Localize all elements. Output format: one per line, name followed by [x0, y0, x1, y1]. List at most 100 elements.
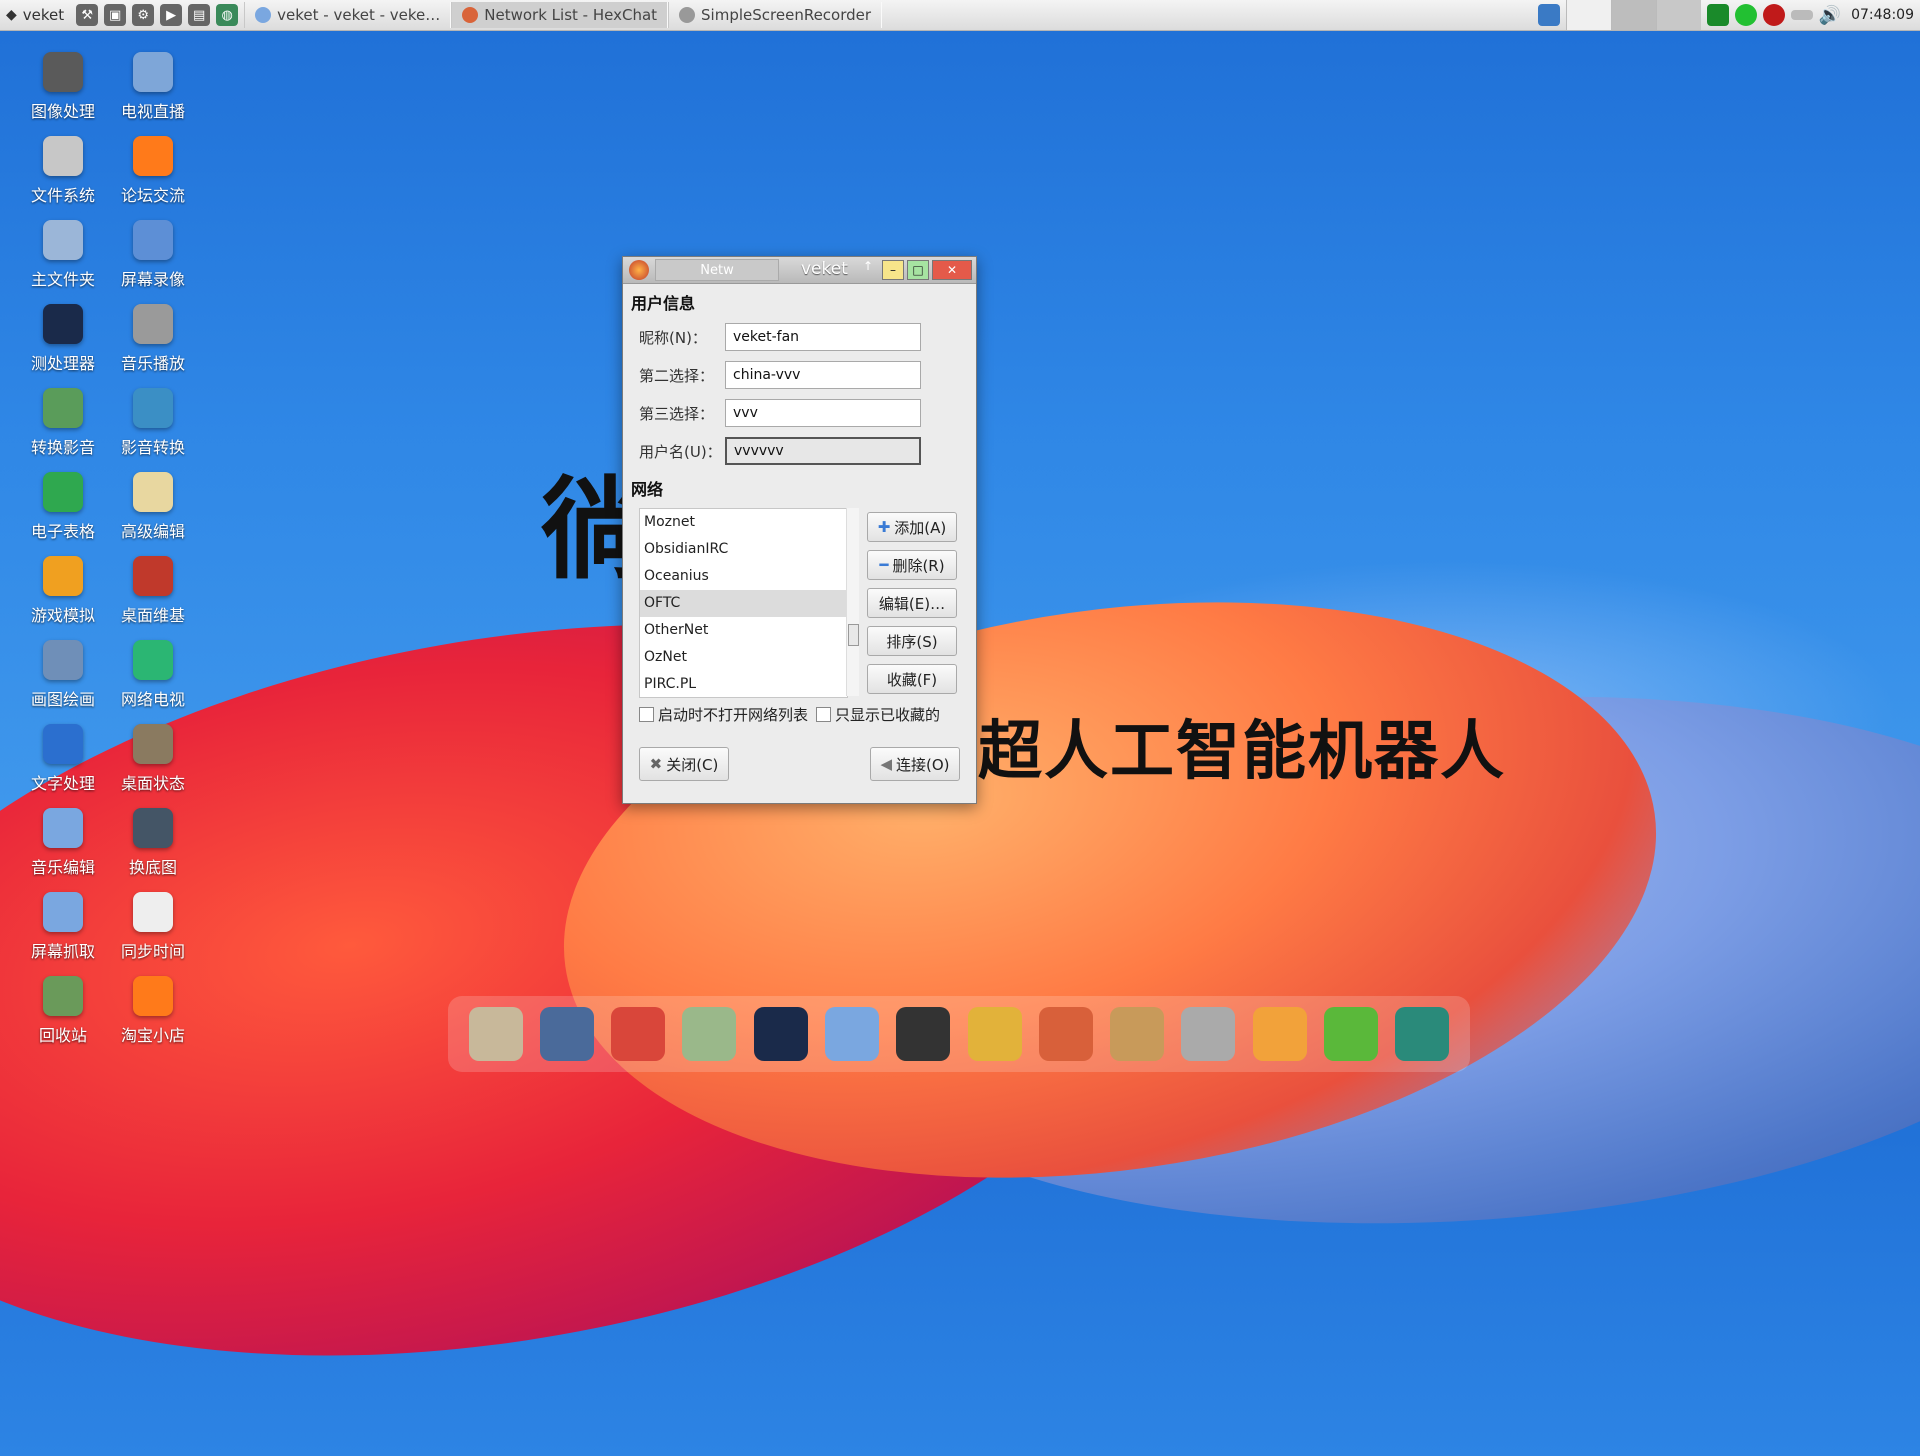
window-tab[interactable]: Netw: [655, 259, 779, 281]
desktop-icon[interactable]: 音乐播放: [108, 304, 198, 388]
workspace-pager[interactable]: [1565, 0, 1701, 30]
drive-icon: [43, 136, 83, 176]
pet-icon[interactable]: [611, 1007, 666, 1061]
desktop-icon-label: 网络电视: [120, 690, 185, 709]
image-viewer-icon[interactable]: ▣: [104, 4, 127, 26]
media-player-icon[interactable]: [753, 1007, 808, 1061]
book-icon[interactable]: [967, 1007, 1022, 1061]
task-screenrecorder[interactable]: SimpleScreenRecorder: [668, 2, 883, 28]
network-list-item[interactable]: OFTC: [640, 590, 847, 617]
show-favorites-checkbox[interactable]: [816, 707, 832, 722]
task-veket[interactable]: veket - veket - veke…: [244, 2, 452, 28]
desktop-icon[interactable]: 画图绘画: [18, 640, 108, 724]
desktop-icon[interactable]: 测处理器: [18, 304, 108, 388]
usb-icon[interactable]: [1181, 1007, 1236, 1061]
desktop-icon[interactable]: 电子表格: [18, 472, 108, 556]
record-icon[interactable]: [1762, 4, 1785, 26]
volume-icon[interactable]: 🔊: [1819, 5, 1841, 26]
minimize-button[interactable]: –: [882, 260, 904, 280]
media-play-icon[interactable]: ▶: [160, 4, 183, 26]
mascot-icon[interactable]: [1252, 1007, 1307, 1061]
desktop-icon[interactable]: 桌面状态: [108, 724, 198, 808]
camera-icon: [43, 52, 83, 92]
task-label: SimpleScreenRecorder: [701, 6, 872, 24]
penguin-icon[interactable]: [896, 1007, 951, 1061]
desktop-icon[interactable]: 桌面维基: [108, 556, 198, 640]
file-manager-icon[interactable]: [468, 1007, 523, 1061]
desktop-icon[interactable]: 高级编辑: [108, 472, 198, 556]
desktop-icon[interactable]: 图像处理: [18, 52, 108, 136]
palette-icon[interactable]: [1110, 1007, 1165, 1061]
background-text-2: 超人工智能机器人: [978, 715, 1506, 789]
globe-icon[interactable]: ◍: [216, 4, 239, 26]
status-green-icon[interactable]: [1734, 4, 1757, 26]
add-label: 添加(A): [894, 518, 947, 537]
desktop-icon-label: 桌面状态: [120, 774, 185, 793]
help-icon[interactable]: [1324, 1007, 1379, 1061]
presentation-icon[interactable]: [1038, 1007, 1093, 1061]
monitor-icon[interactable]: [539, 1007, 594, 1061]
desktop-icon[interactable]: 网络电视: [108, 640, 198, 724]
battery-icon[interactable]: [1790, 10, 1813, 20]
close-button[interactable]: ✖ 关闭(C): [639, 747, 729, 781]
network-heading: 网络: [631, 480, 664, 499]
scrollbar-thumb[interactable]: [848, 624, 859, 646]
dock: [448, 996, 1470, 1072]
window-titlebar[interactable]: Netw veket ↑ – □ ✕: [623, 257, 976, 284]
desktop-icon[interactable]: 文字处理: [18, 724, 108, 808]
network-list-item[interactable]: OzNet: [640, 644, 847, 671]
network-list-item[interactable]: PIRC.PL: [640, 671, 847, 698]
show-favorites-label[interactable]: 只显示已收藏的: [835, 704, 940, 725]
network-list[interactable]: Moznet ObsidianIRC Oceanius OFTC OtherNet OzN…: [639, 508, 848, 698]
network-list-item[interactable]: OtherNet: [640, 617, 847, 644]
desktop-icon[interactable]: 电视直播: [108, 52, 198, 136]
close-icon: ✖: [649, 755, 663, 773]
start-menu-button[interactable]: ◆ veket: [0, 0, 70, 30]
network-list-scrollbar[interactable]: [846, 508, 859, 696]
notepad-icon[interactable]: [682, 1007, 737, 1061]
desktop-icon[interactable]: 回收站: [18, 976, 108, 1060]
display-icon[interactable]: [1537, 4, 1560, 26]
desktop-icon[interactable]: 换底图: [108, 808, 198, 892]
desktop-icon-label: 画图绘画: [30, 690, 95, 709]
desktop-icon[interactable]: 音乐编辑: [18, 808, 108, 892]
network-list-item[interactable]: Moznet: [640, 509, 847, 536]
close-window-button[interactable]: ✕: [932, 260, 972, 280]
add-network-button[interactable]: ✚ 添加(A): [867, 512, 957, 542]
tool-icon[interactable]: ⚒: [76, 4, 99, 26]
task-hexchat[interactable]: Network List - HexChat: [451, 2, 669, 28]
sort-networks-button[interactable]: 排序(S): [867, 626, 957, 656]
desktop-icon[interactable]: 屏幕录像: [108, 220, 198, 304]
network-list-item[interactable]: Oceanius: [640, 563, 847, 590]
edit-network-button[interactable]: 编辑(E)…: [867, 588, 957, 618]
trash-icon: [43, 976, 83, 1016]
terminal-icon[interactable]: ▤: [188, 4, 211, 26]
desktop-icon[interactable]: 文件系统: [18, 136, 108, 220]
second-choice-input[interactable]: china-vvv: [725, 361, 921, 389]
convert-media-icon: [43, 388, 83, 428]
connect-button[interactable]: ◀ 连接(O): [870, 747, 960, 781]
desktop-icon[interactable]: 论坛交流: [108, 136, 198, 220]
desktop-icon[interactable]: 游戏模拟: [18, 556, 108, 640]
skip-network-list-checkbox[interactable]: [639, 707, 654, 722]
desktop-icon[interactable]: 主文件夹: [18, 220, 108, 304]
desktop-icon[interactable]: 影音转换: [108, 388, 198, 472]
favorite-network-button[interactable]: 收藏(F): [867, 664, 957, 694]
settings-icon[interactable]: ⚙: [132, 4, 155, 26]
maximize-button[interactable]: □: [907, 260, 929, 280]
users-icon[interactable]: [825, 1007, 880, 1061]
desktop-icon[interactable]: 同步时间: [108, 892, 198, 976]
desktop-icon[interactable]: 转换影音: [18, 388, 108, 472]
skip-network-list-label[interactable]: 启动时不打开网络列表: [658, 704, 808, 725]
desktop-icon[interactable]: 屏幕抓取: [18, 892, 108, 976]
arrow-up-icon: ↑: [863, 259, 874, 273]
username-input[interactable]: vvvvvv: [725, 437, 921, 465]
desktop-icon[interactable]: 淘宝小店: [108, 976, 198, 1060]
network-monitor-icon[interactable]: [1706, 4, 1729, 26]
remove-network-button[interactable]: ━ 删除(R): [867, 550, 957, 580]
third-choice-label: 第三选择：: [639, 404, 715, 423]
network-list-item[interactable]: ObsidianIRC: [640, 536, 847, 563]
nickname-input[interactable]: veket-fan: [725, 323, 921, 351]
camera-app-icon[interactable]: [1395, 1007, 1450, 1061]
third-choice-input[interactable]: vvv: [725, 399, 921, 427]
